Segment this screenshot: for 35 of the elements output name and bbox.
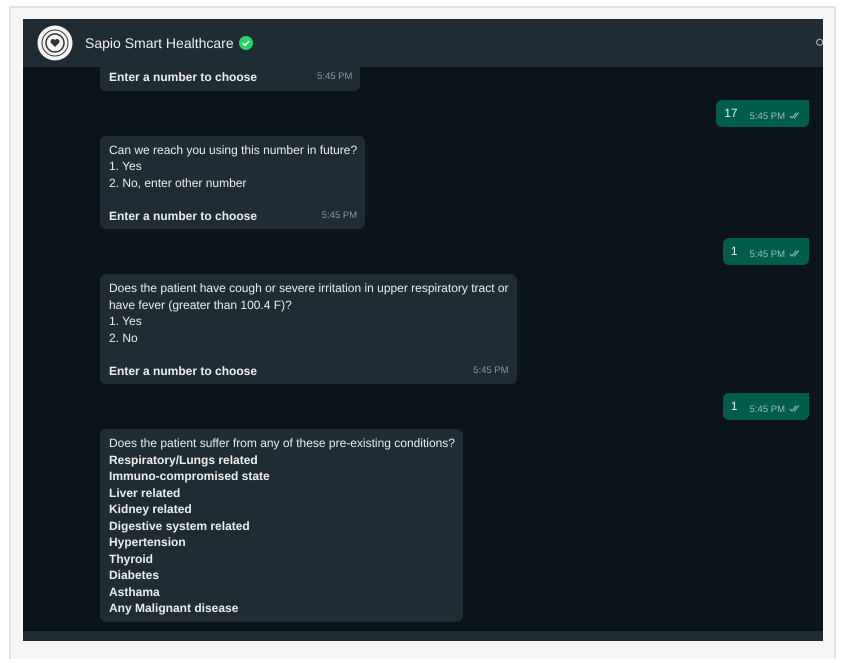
message-line: Liver related bbox=[109, 484, 182, 501]
message-line: Can we reach you using this number in future? bbox=[109, 142, 358, 158]
message-line: 1. Yes bbox=[109, 313, 143, 330]
message-line: 2. No bbox=[109, 330, 139, 346]
contact-name: Sapio Smart Healthcare bbox=[85, 35, 234, 51]
message-line: Digestive system related bbox=[109, 518, 251, 534]
message-time: 5:45 PM bbox=[473, 364, 509, 378]
message-line: Hypertension bbox=[109, 534, 187, 550]
message-line: have fever (greater than 100.4 F)? bbox=[109, 296, 293, 313]
message-line: Kidney related bbox=[109, 501, 193, 518]
message-time: 5:45 PM bbox=[750, 249, 785, 260]
message-time: 5:45 PM bbox=[750, 110, 785, 122]
message-line: Any Malignant disease bbox=[109, 600, 240, 616]
message-line: Diabetes bbox=[109, 567, 160, 584]
message-time: 5:45 PM bbox=[750, 404, 785, 415]
message-line: Thyroid bbox=[109, 550, 154, 567]
message-line: Enter a number to choose bbox=[109, 69, 258, 86]
emblem-icon bbox=[37, 25, 73, 61]
message-line: Does the patient have cough or severe irritation in upper respiratory tract or bbox=[109, 280, 509, 296]
message-line: Enter a number to choose bbox=[109, 208, 258, 224]
double-tick-icon bbox=[789, 404, 802, 413]
message-line: 1. Yes bbox=[109, 158, 143, 174]
message-line: Asthama bbox=[109, 584, 161, 600]
double-tick-icon bbox=[789, 110, 802, 120]
message-text: 17 bbox=[724, 104, 738, 120]
message-time: 5:45 PM bbox=[317, 70, 352, 84]
message-time: 5:45 PM bbox=[322, 208, 358, 222]
message-line: Immuno-compromised state bbox=[109, 468, 271, 484]
message-line: 2. No, enter other number bbox=[109, 174, 248, 191]
message-line: Enter a number to choose bbox=[109, 362, 258, 379]
double-tick-icon bbox=[789, 249, 802, 258]
message-line: Respiratory/Lungs related bbox=[109, 452, 259, 468]
message-line: Does the patient suffer from any of these pre-existing conditions? bbox=[109, 435, 455, 452]
message-text: 1 bbox=[730, 243, 738, 259]
message-text: 1 bbox=[730, 398, 738, 414]
